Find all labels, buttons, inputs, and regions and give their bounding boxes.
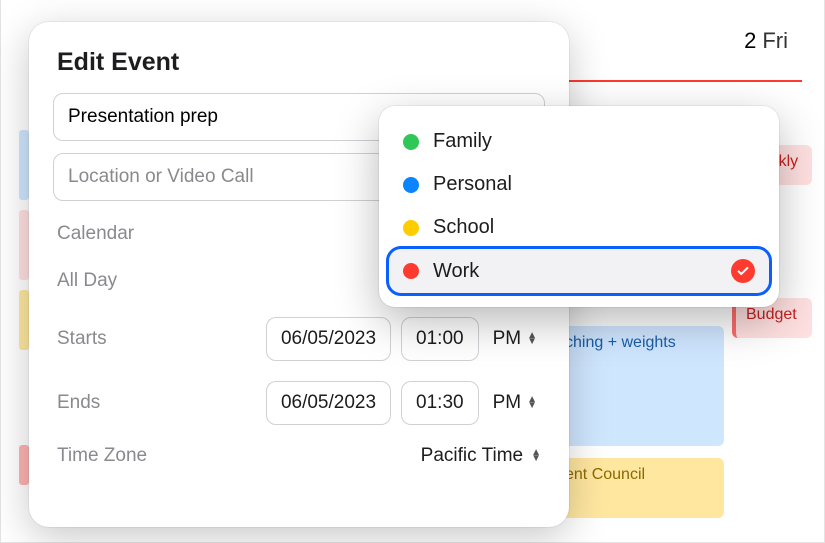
- ends-date-input[interactable]: 06/05/2023: [266, 381, 391, 425]
- event-stretch[interactable]: ching + weights: [555, 326, 724, 446]
- app-window: 2Fri Weekly Budget ching + weights ent C…: [0, 0, 825, 543]
- calendar-option-personal[interactable]: Personal: [389, 163, 769, 206]
- timezone-value: Pacific Time: [421, 445, 523, 467]
- popover-title: Edit Event: [57, 48, 545, 77]
- timezone-select[interactable]: Pacific Time ▲▼: [421, 445, 541, 467]
- ends-time-input[interactable]: 01:30: [401, 381, 479, 425]
- calendar-option-school[interactable]: School: [389, 206, 769, 249]
- color-dot-icon: [403, 134, 419, 150]
- allday-chip: [19, 290, 29, 350]
- ends-ampm-value: PM: [493, 392, 522, 414]
- current-time-indicator: [561, 80, 802, 82]
- checkmark-icon: [731, 259, 755, 283]
- timezone-label: Time Zone: [57, 445, 147, 467]
- starts-ampm-value: PM: [493, 328, 522, 350]
- calendar-option-family[interactable]: Family: [389, 120, 769, 163]
- timezone-row: Time Zone Pacific Time ▲▼: [53, 435, 545, 477]
- calendar-option-label: Work: [433, 260, 479, 283]
- calendar-option-label: School: [433, 216, 494, 239]
- starts-time-input[interactable]: 01:00: [401, 317, 479, 361]
- allday-chip: [19, 210, 29, 280]
- calendar-dropdown: Family Personal School Work: [379, 106, 779, 307]
- calendar-option-label: Family: [433, 130, 492, 153]
- calendar-option-label: Personal: [433, 173, 512, 196]
- color-dot-icon: [403, 263, 419, 279]
- calendar-option-work[interactable]: Work: [389, 249, 769, 293]
- all-day-strip: [19, 130, 29, 502]
- ends-row: Ends 06/05/2023 01:30 PM ▲▼: [53, 371, 545, 435]
- day-name: Fri: [762, 28, 788, 53]
- allday-label: All Day: [57, 270, 117, 292]
- day-header: 2Fri: [744, 28, 788, 54]
- color-dot-icon: [403, 177, 419, 193]
- calendar-label: Calendar: [57, 223, 134, 245]
- starts-label: Starts: [57, 328, 107, 350]
- stepper-icon: ▲▼: [527, 333, 537, 345]
- ends-ampm-select[interactable]: PM ▲▼: [489, 392, 541, 414]
- starts-date-input[interactable]: 06/05/2023: [266, 317, 391, 361]
- starts-ampm-select[interactable]: PM ▲▼: [489, 328, 541, 350]
- allday-chip: [19, 130, 29, 200]
- event-council[interactable]: ent Council: [555, 458, 724, 518]
- stepper-icon: ▲▼: [527, 397, 537, 409]
- stepper-icon: ▲▼: [531, 450, 541, 462]
- color-dot-icon: [403, 220, 419, 236]
- starts-row: Starts 06/05/2023 01:00 PM ▲▼: [53, 307, 545, 371]
- day-number: 2: [744, 28, 756, 53]
- ends-label: Ends: [57, 392, 100, 414]
- allday-chip: [19, 445, 29, 485]
